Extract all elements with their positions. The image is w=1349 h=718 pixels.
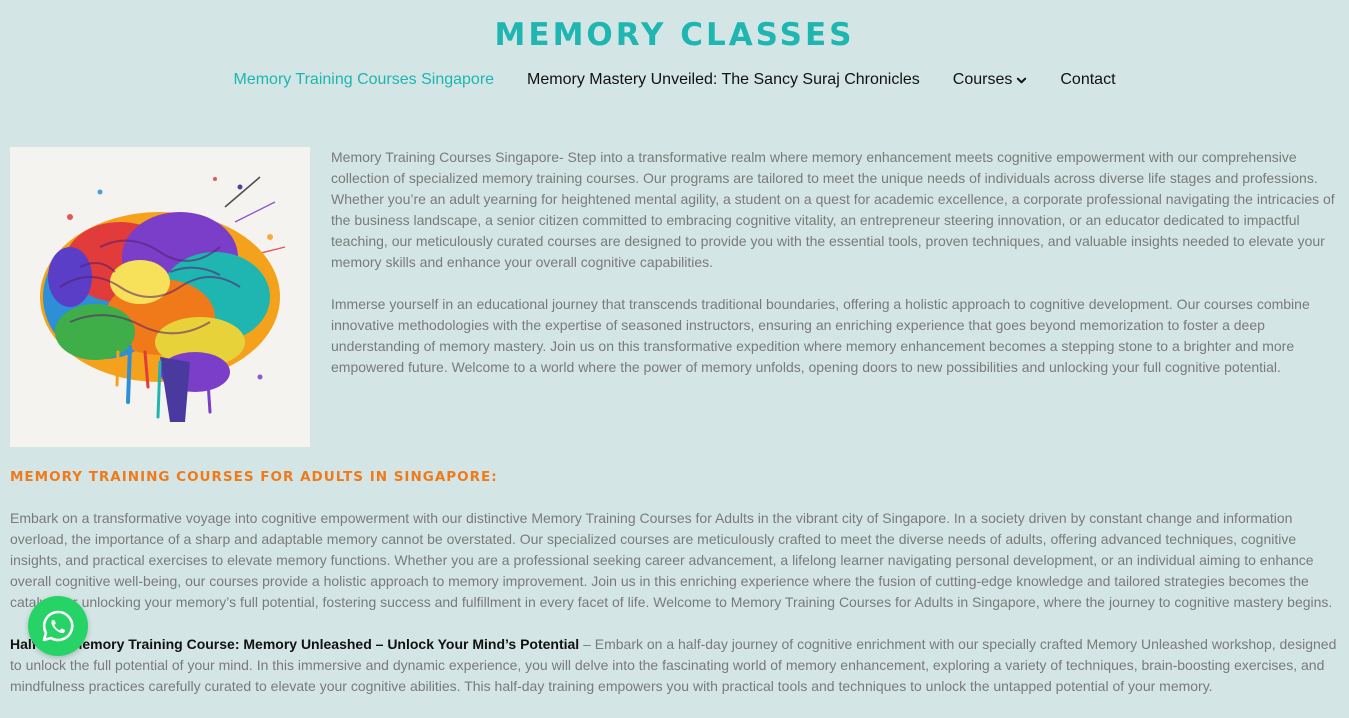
adults-section-paragraph: Embark on a transformative voyage into c…: [10, 510, 1333, 610]
nav-item-contact[interactable]: Contact: [1060, 71, 1115, 89]
course-item: Half-Day Memory Training Course: Memory …: [10, 634, 1340, 697]
intro-paragraph: Memory Training Courses Singapore- Step …: [331, 149, 1335, 270]
main-nav: Memory Training Courses Singapore Memory…: [0, 71, 1349, 89]
adults-section-body: Embark on a transformative voyage into c…: [10, 508, 1340, 718]
nav-item-courses[interactable]: Courses: [953, 71, 1028, 89]
brain-illustration-image: [10, 147, 310, 447]
nav-item-memory-training-courses[interactable]: Memory Training Courses Singapore: [233, 71, 494, 89]
site-title[interactable]: MEMORY CLASSES: [0, 17, 1349, 53]
nav-item-courses-label: Courses: [952, 71, 1013, 88]
whatsapp-icon: [42, 610, 74, 642]
chevron-down-icon: [1017, 77, 1027, 83]
section-heading-adults: MEMORY TRAINING COURSES FOR ADULTS IN SI…: [10, 469, 498, 485]
intro-text: Memory Training Courses Singapore- Step …: [331, 147, 1336, 399]
course-title: Half-Day Memory Training Course: Memory …: [10, 636, 580, 652]
intro-paragraph: Immerse yourself in an educational journ…: [331, 296, 1310, 375]
whatsapp-chat-button[interactable]: [28, 596, 88, 656]
nav-item-memory-mastery-unveiled[interactable]: Memory Mastery Unveiled: The Sancy Suraj…: [527, 71, 920, 89]
